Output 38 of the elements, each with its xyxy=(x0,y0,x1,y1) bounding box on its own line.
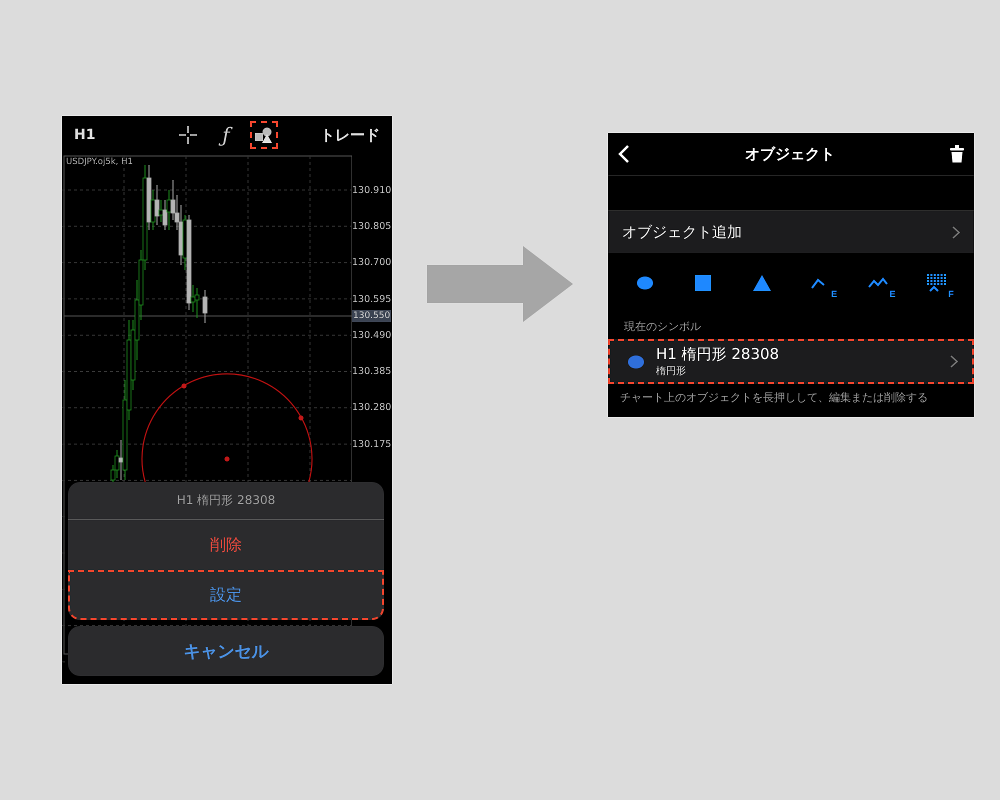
price-label: 130.595 xyxy=(352,294,392,305)
indicator-button[interactable]: ƒ xyxy=(212,121,240,149)
chevron-icon xyxy=(950,355,958,368)
candlestick xyxy=(202,290,208,324)
rectangle-icon xyxy=(695,275,712,291)
price-label: 130.490 xyxy=(352,330,392,341)
object-row[interactable]: H1 楕円形 28308 楕円形 xyxy=(608,339,974,384)
price-label: 130.175 xyxy=(352,438,392,450)
hint-text: チャート上のオブジェクトを長押しして、編集または削除する xyxy=(619,390,929,405)
trade-tab[interactable]: トレード xyxy=(320,126,380,144)
chart-symbol-label: USDJPY.oj5k, H1 xyxy=(66,157,133,167)
cancel-button[interactable]: キャンセル xyxy=(68,626,384,676)
timeframe-label[interactable]: H1 xyxy=(74,127,174,143)
back-icon[interactable] xyxy=(618,144,630,164)
objects-button[interactable] xyxy=(250,121,278,149)
price-label: 130.280 xyxy=(352,402,392,414)
grid-tool-button[interactable]: F xyxy=(922,269,952,297)
chevron-icon xyxy=(952,226,960,238)
add-object-row[interactable]: オブジェクト追加 xyxy=(608,210,974,253)
triangle-icon xyxy=(752,275,771,291)
ellipse-icon xyxy=(628,354,644,368)
section-header: 現在のシンボル xyxy=(623,319,702,335)
current-price-label: 130.550 xyxy=(352,310,392,322)
price-label: 130.910 xyxy=(352,184,392,196)
trash-icon[interactable] xyxy=(950,145,964,163)
ellipse-icon xyxy=(636,276,654,290)
price-label: 130.805 xyxy=(352,220,392,232)
shapes-icon xyxy=(254,126,274,144)
price-label: 130.700 xyxy=(352,257,392,268)
dotted-grid-icon xyxy=(926,274,947,292)
settings-button[interactable]: 設定 xyxy=(68,570,384,620)
zigzag-icon xyxy=(868,277,888,289)
screen-title: オブジェクト xyxy=(744,144,836,164)
trendline-tool-button[interactable]: E xyxy=(805,269,836,297)
zigzag-tool-button[interactable]: E xyxy=(863,269,894,297)
right-arrow-icon xyxy=(427,246,573,322)
crosshair-icon xyxy=(178,125,198,145)
price-label: 130.385 xyxy=(352,366,392,378)
